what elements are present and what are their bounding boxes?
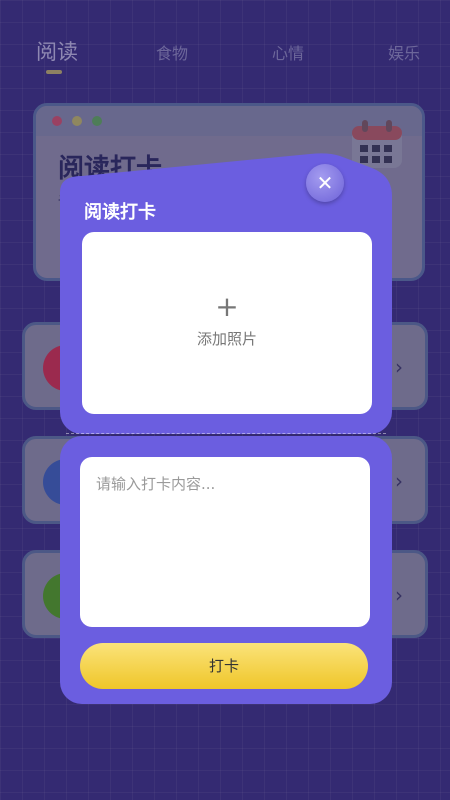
- dashed-divider: [66, 433, 386, 434]
- checkin-submit-button[interactable]: 打卡: [80, 643, 368, 689]
- modal-title: 阅读打卡: [84, 202, 156, 223]
- checkin-content-placeholder: 请输入打卡内容...: [96, 475, 216, 493]
- plus-icon: +: [215, 290, 239, 323]
- close-button[interactable]: ✕: [306, 164, 344, 202]
- checkin-content-input[interactable]: 请输入打卡内容...: [80, 457, 370, 627]
- add-photo-button[interactable]: + 添加照片: [82, 232, 372, 414]
- close-icon: ✕: [316, 171, 334, 195]
- add-photo-label: 添加照片: [196, 330, 257, 348]
